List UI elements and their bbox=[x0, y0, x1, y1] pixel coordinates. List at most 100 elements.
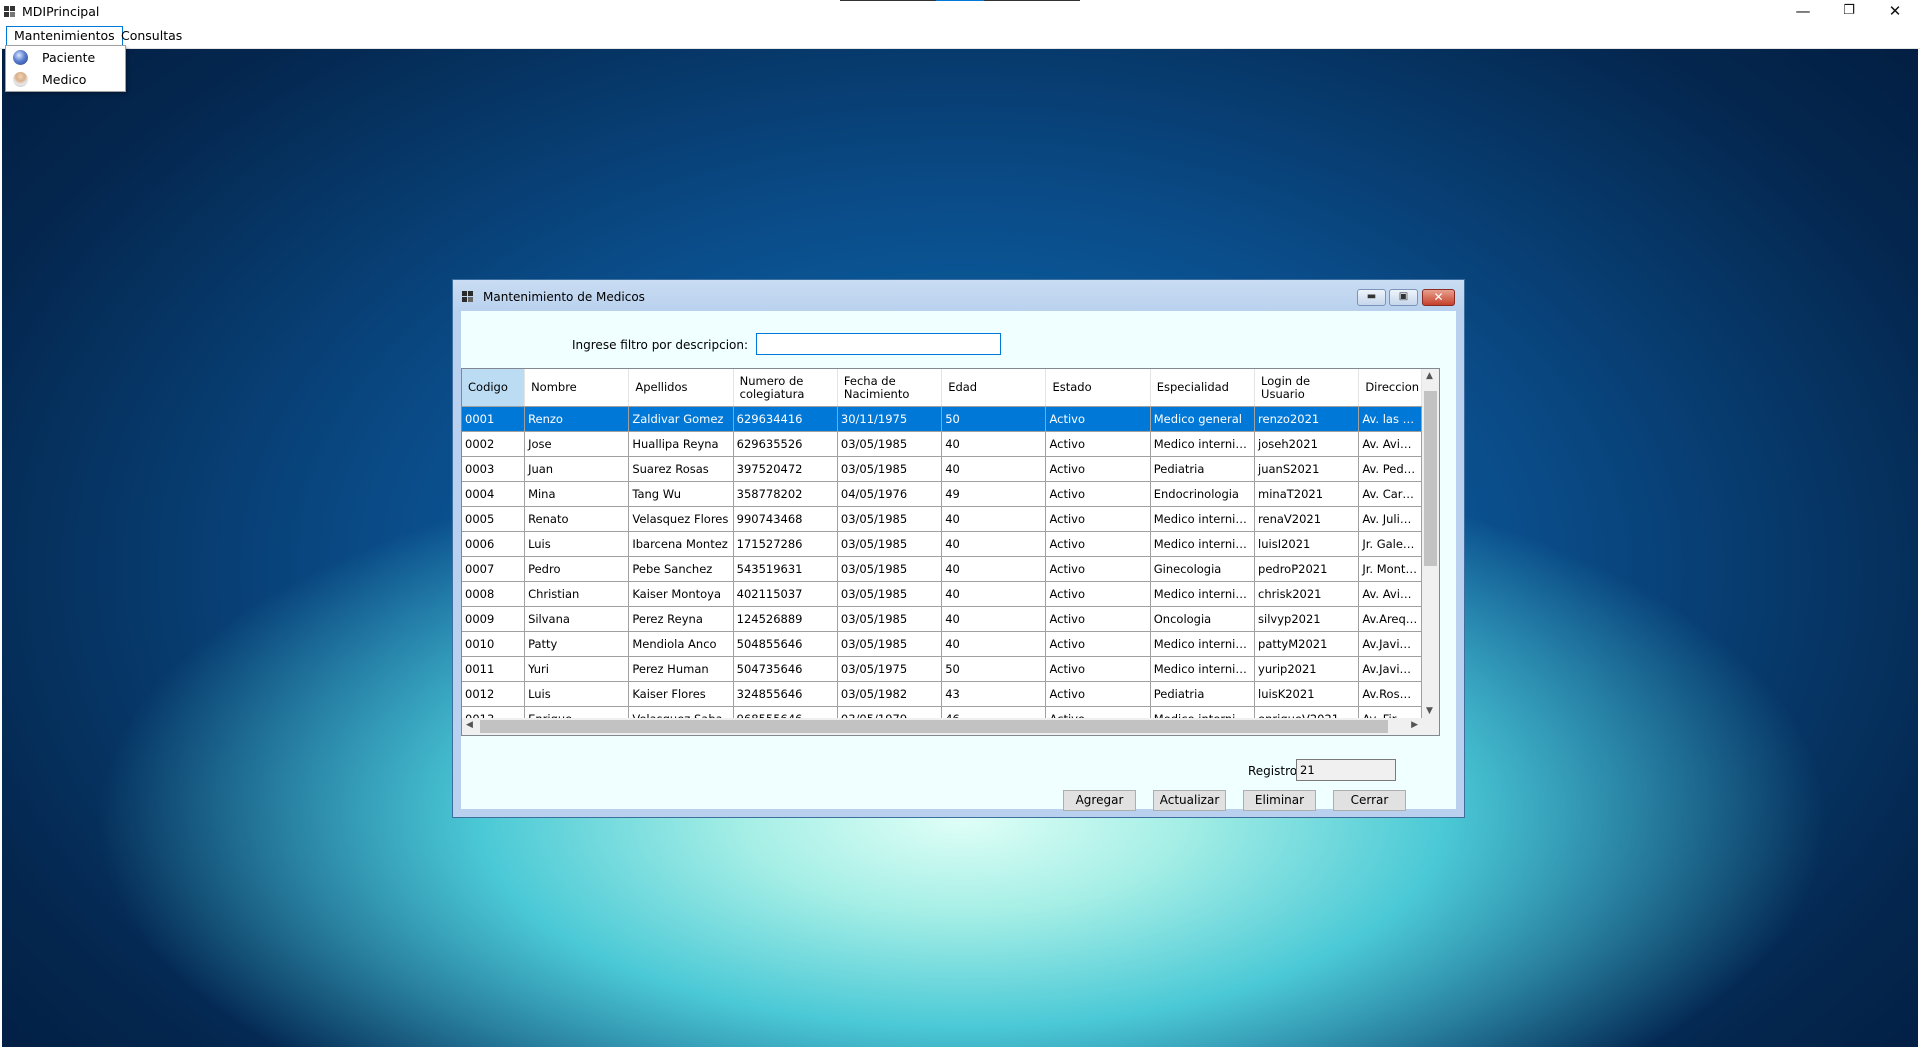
table-row[interactable]: 0011 Yuri Perez Human 504735646 03/05/1975 50… bbox=[462, 656, 1422, 682]
grid-vscroll-thumb[interactable] bbox=[1424, 391, 1437, 566]
table-cell[interactable]: Ibarcena Montez bbox=[628, 531, 734, 557]
table-cell[interactable]: 0010 bbox=[462, 631, 526, 657]
table-cell[interactable]: Medico internista bbox=[1150, 656, 1256, 682]
table-cell[interactable]: Pebe Sanchez bbox=[628, 556, 734, 582]
table-cell[interactable]: Mendiola Anco bbox=[628, 631, 734, 657]
table-cell[interactable]: Renato bbox=[524, 506, 630, 532]
table-cell[interactable]: Pediatria bbox=[1150, 681, 1256, 707]
table-cell[interactable]: 504735646 bbox=[733, 656, 838, 682]
table-cell[interactable]: Av.Rosales 112 bbox=[1358, 681, 1422, 707]
column-header[interactable]: Nombre bbox=[524, 369, 630, 407]
table-cell[interactable]: Av. Aviacion 14... bbox=[1358, 431, 1422, 457]
table-cell[interactable]: 629634416 bbox=[733, 406, 838, 432]
table-cell[interactable]: 40 bbox=[941, 581, 1047, 607]
table-cell[interactable]: Luis bbox=[524, 681, 630, 707]
scroll-down-icon[interactable]: ▼ bbox=[1426, 706, 1433, 716]
table-cell[interactable]: Medico internista bbox=[1150, 531, 1256, 557]
table-cell[interactable]: Activo bbox=[1045, 531, 1151, 557]
table-cell[interactable]: minaT2021 bbox=[1254, 481, 1360, 507]
table-cell[interactable]: 40 bbox=[941, 556, 1047, 582]
table-cell[interactable]: 46 bbox=[941, 706, 1047, 718]
table-cell[interactable]: Velasquez Flores bbox=[628, 506, 734, 532]
table-cell[interactable]: Enrique bbox=[524, 706, 630, 718]
table-cell[interactable]: Av. Carrion 234 bbox=[1358, 481, 1422, 507]
table-cell[interactable]: 03/05/1985 bbox=[837, 581, 943, 607]
grid-hscroll-thumb[interactable] bbox=[480, 720, 1388, 733]
table-cell[interactable]: luisK2021 bbox=[1254, 681, 1360, 707]
agregar-button[interactable]: Agregar bbox=[1063, 790, 1136, 811]
table-cell[interactable]: Av. Pedro Vent... bbox=[1358, 456, 1422, 482]
table-cell[interactable]: Kaiser Flores bbox=[628, 681, 734, 707]
table-cell[interactable]: 171527286 bbox=[733, 531, 838, 557]
table-row[interactable]: 0002 Jose Huallipa Reyna 629635526 03/05/198… bbox=[462, 431, 1422, 457]
table-cell[interactable]: Activo bbox=[1045, 706, 1151, 718]
table-cell[interactable]: 402115037 bbox=[733, 581, 838, 607]
table-cell[interactable]: Av. Julio 235 bbox=[1358, 506, 1422, 532]
table-cell[interactable]: 358778202 bbox=[733, 481, 838, 507]
table-cell[interactable]: Renzo bbox=[524, 406, 630, 432]
table-cell[interactable]: Perez Reyna bbox=[628, 606, 734, 632]
close-button[interactable]: ✕ bbox=[1872, 0, 1918, 24]
column-header[interactable]: Codigo bbox=[462, 369, 526, 407]
table-row[interactable]: 0012 Luis Kaiser Flores 324855646 03/05/1982… bbox=[462, 681, 1422, 707]
table-cell[interactable]: Activo bbox=[1045, 481, 1151, 507]
cerrar-button[interactable]: Cerrar bbox=[1333, 790, 1406, 811]
table-row[interactable]: 0001 Renzo Zaldivar Gomez 629634416 30/11/19… bbox=[462, 406, 1422, 432]
menu-item-medico[interactable]: Medico bbox=[6, 69, 125, 91]
actualizar-button[interactable]: Actualizar bbox=[1153, 790, 1226, 811]
table-row[interactable]: 0010 Patty Mendiola Anco 504855646 03/05/198… bbox=[462, 631, 1422, 657]
grid-vertical-scrollbar[interactable]: ▲ ▼ bbox=[1422, 369, 1439, 718]
grid-horizontal-scrollbar[interactable]: ◀ ▶ bbox=[462, 718, 1422, 735]
registro-field[interactable] bbox=[1296, 759, 1396, 781]
table-cell[interactable]: 50 bbox=[941, 656, 1047, 682]
table-cell[interactable]: Activo bbox=[1045, 431, 1151, 457]
table-cell[interactable]: 397520472 bbox=[733, 456, 838, 482]
table-cell[interactable]: 0003 bbox=[462, 456, 526, 482]
table-cell[interactable]: Activo bbox=[1045, 556, 1151, 582]
table-cell[interactable]: Av. Aviacion 40... bbox=[1358, 581, 1422, 607]
table-cell[interactable]: yurip2021 bbox=[1254, 656, 1360, 682]
scroll-up-icon[interactable]: ▲ bbox=[1426, 371, 1433, 381]
table-cell[interactable]: Medico internista bbox=[1150, 706, 1256, 718]
table-cell[interactable]: 03/05/1979 bbox=[837, 706, 943, 718]
table-cell[interactable]: Perez Human bbox=[628, 656, 734, 682]
table-cell[interactable]: Av. Firmament... bbox=[1358, 706, 1422, 718]
table-cell[interactable]: 324855646 bbox=[733, 681, 838, 707]
column-header[interactable]: Login de Usuario bbox=[1254, 369, 1360, 407]
table-cell[interactable]: 49 bbox=[941, 481, 1047, 507]
table-cell[interactable]: 40 bbox=[941, 631, 1047, 657]
table-cell[interactable]: Activo bbox=[1045, 631, 1151, 657]
table-cell[interactable]: 0009 bbox=[462, 606, 526, 632]
table-cell[interactable]: 0001 bbox=[462, 406, 526, 432]
column-header[interactable]: Fecha de Nacimiento bbox=[837, 369, 943, 407]
table-cell[interactable]: Activo bbox=[1045, 581, 1151, 607]
table-cell[interactable]: 03/05/1985 bbox=[837, 631, 943, 657]
table-cell[interactable]: Av.Arequipa 5400 bbox=[1358, 606, 1422, 632]
table-cell[interactable]: 968555646 bbox=[733, 706, 838, 718]
table-cell[interactable]: 04/05/1976 bbox=[837, 481, 943, 507]
table-cell[interactable]: Activo bbox=[1045, 506, 1151, 532]
eliminar-button[interactable]: Eliminar bbox=[1243, 790, 1316, 811]
column-header[interactable]: Numero de colegiatura bbox=[733, 369, 838, 407]
table-cell[interactable]: 03/05/1985 bbox=[837, 506, 943, 532]
table-cell[interactable]: 30/11/1975 bbox=[837, 406, 943, 432]
column-header[interactable]: Apellidos bbox=[628, 369, 734, 407]
table-row[interactable]: 0005 Renato Velasquez Flores 990743468 03/05… bbox=[462, 506, 1422, 532]
column-header[interactable]: Estado bbox=[1045, 369, 1151, 407]
table-cell[interactable]: Activo bbox=[1045, 406, 1151, 432]
medicos-grid[interactable]: Codigo Nombre Apellidos Numero de colegiatu… bbox=[461, 368, 1440, 736]
table-row[interactable]: 0013EnriqueVelasquez Saba96855564603/05/… bbox=[462, 706, 1422, 718]
table-cell[interactable]: 0005 bbox=[462, 506, 526, 532]
table-cell[interactable]: 50 bbox=[941, 406, 1047, 432]
table-row[interactable]: 0004 Mina Tang Wu 358778202 04/05/1976 49 Acti… bbox=[462, 481, 1422, 507]
table-cell[interactable]: 0004 bbox=[462, 481, 526, 507]
table-cell[interactable]: Medico internista bbox=[1150, 631, 1256, 657]
table-cell[interactable]: Patty bbox=[524, 631, 630, 657]
scroll-right-icon[interactable]: ▶ bbox=[1411, 720, 1418, 730]
table-cell[interactable]: Pediatria bbox=[1150, 456, 1256, 482]
table-cell[interactable]: Jr. Montez 345 bbox=[1358, 556, 1422, 582]
table-cell[interactable]: Juan bbox=[524, 456, 630, 482]
table-cell[interactable]: 03/05/1985 bbox=[837, 431, 943, 457]
table-cell[interactable]: Silvana bbox=[524, 606, 630, 632]
table-cell[interactable]: 0002 bbox=[462, 431, 526, 457]
